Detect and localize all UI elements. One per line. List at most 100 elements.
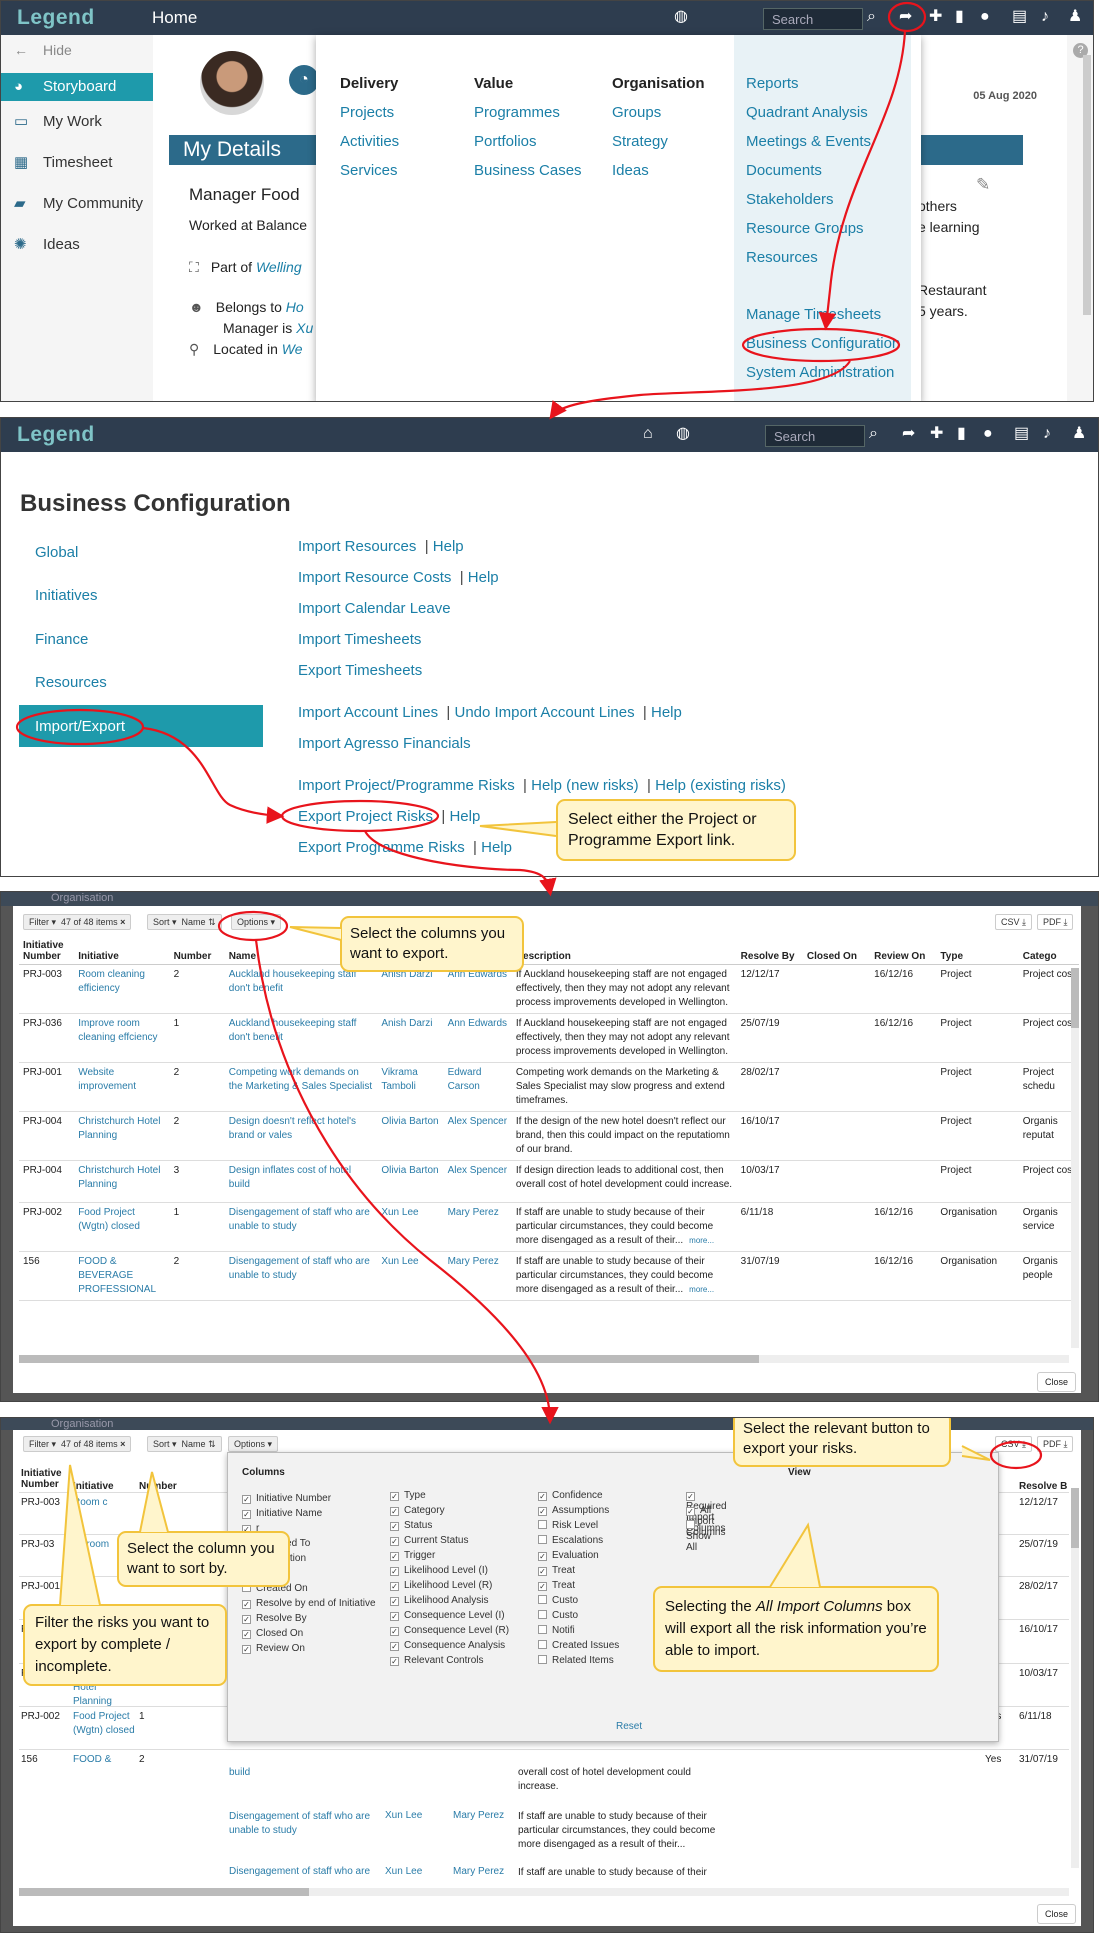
chat-icon[interactable]: ●	[980, 7, 990, 27]
plus-icon[interactable]: ✚	[929, 7, 942, 27]
csv-export-button[interactable]: CSV ⤓	[995, 914, 1032, 930]
checked-box-icon[interactable]: ✓	[390, 1657, 399, 1666]
option-checkbox[interactable]: ✓ Assumptions	[538, 1505, 609, 1516]
sort-button[interactable]: Sort ▾ Name ⇅	[147, 1436, 222, 1452]
import-resource-costs-link[interactable]: Import Resource Costs	[298, 569, 451, 586]
legend-logo[interactable]: Legend	[17, 6, 95, 30]
checked-box-icon[interactable]: ✓	[390, 1492, 399, 1501]
side-link-resources[interactable]: Resources	[19, 661, 263, 704]
scrollbar-thumb[interactable]	[1071, 1488, 1079, 1548]
table-cell[interactable]: Olivia Barton	[377, 1111, 444, 1161]
home-icon[interactable]: ⌂	[643, 424, 653, 444]
part-of-link[interactable]: Welling	[256, 259, 302, 275]
cell-name[interactable]: Disengagement of staff who are	[229, 1866, 370, 1877]
help-link[interactable]: Help	[481, 839, 512, 856]
scrollbar-thumb[interactable]	[19, 1888, 309, 1896]
menu-link-meetings-events[interactable]: Meetings & Events	[746, 133, 911, 162]
checked-box-icon[interactable]: ✓	[390, 1627, 399, 1636]
horizontal-scrollbar[interactable]	[19, 1888, 1069, 1896]
table-cell[interactable]: Edward Carson	[443, 1062, 512, 1112]
bookmark-icon[interactable]: ▮	[955, 7, 964, 27]
table-cell[interactable]: Auckland housekeeping staff don't benefi…	[224, 1013, 378, 1063]
table-cell[interactable]: Mary Perez	[443, 1251, 512, 1301]
table-cell[interactable]: Anish Darzi	[377, 1013, 444, 1063]
menu-link-business-cases[interactable]: Business Cases	[474, 162, 582, 191]
column-header[interactable]: Closed On	[802, 938, 871, 965]
sidebar-item-my-work[interactable]: ▭ My Work	[1, 101, 153, 142]
checked-box-icon[interactable]: ✓	[686, 1507, 695, 1516]
located-link[interactable]: We	[282, 341, 303, 357]
column-header[interactable]: Description	[511, 938, 737, 965]
table-row[interactable]: PRJ-003 Room cleaning efficiency 2 Auckland…	[19, 964, 1079, 1014]
filter-button[interactable]: Filter ▾ 47 of 48 items ×	[23, 1436, 132, 1452]
unchecked-box-icon[interactable]	[538, 1520, 547, 1529]
option-checkbox[interactable]: Custo	[538, 1595, 578, 1606]
more-link[interactable]: more...	[689, 1285, 714, 1294]
option-checkbox[interactable]: Created Issues	[538, 1640, 619, 1651]
pdf-export-button[interactable]: PDF ⤓	[1037, 1436, 1074, 1452]
table-cell[interactable]: Ann Edwards	[443, 1013, 512, 1063]
table-cell[interactable]: Alex Spencer	[443, 1160, 512, 1203]
checked-box-icon[interactable]: ✓	[538, 1582, 547, 1591]
option-checkbox[interactable]: ✓ Review On	[242, 1643, 305, 1654]
vertical-scrollbar[interactable]	[1071, 1488, 1079, 1868]
menu-link-portfolios[interactable]: Portfolios	[474, 133, 582, 162]
sidebar-item-my-community[interactable]: ▰ My Community	[1, 183, 153, 224]
table-cell[interactable]: Website improvement	[74, 1062, 170, 1112]
export-programme-risks-link[interactable]: Export Programme Risks	[298, 839, 465, 856]
import-calendar-leave-link[interactable]: Import Calendar Leave	[298, 600, 451, 617]
checked-box-icon[interactable]: ✓	[390, 1597, 399, 1606]
table-cell[interactable]: Christchurch Hotel Planning	[74, 1160, 170, 1203]
option-checkbox[interactable]: Custo	[538, 1610, 578, 1621]
checked-box-icon[interactable]: ✓	[686, 1492, 695, 1501]
scrollbar-thumb[interactable]	[1071, 968, 1079, 1028]
belongs-link[interactable]: Ho	[286, 299, 304, 315]
checked-box-icon[interactable]: ✓	[390, 1612, 399, 1621]
column-header[interactable]: Initiative Number	[21, 1468, 69, 1490]
unchecked-box-icon[interactable]	[538, 1535, 547, 1544]
help-link[interactable]: Help	[433, 538, 464, 555]
import-agresso-financials-link[interactable]: Import Agresso Financials	[298, 735, 471, 752]
option-checkbox[interactable]: ✓ Initiative Name	[242, 1508, 322, 1519]
sidebar-item-timesheet[interactable]: ▦ Timesheet	[1, 142, 153, 183]
checked-box-icon[interactable]: ✓	[390, 1552, 399, 1561]
menu-link-system-administration[interactable]: System Administration	[746, 364, 911, 393]
search-icon[interactable]: ⌕	[867, 7, 876, 27]
column-header[interactable]: Number	[169, 938, 225, 965]
side-link-initiatives[interactable]: Initiatives	[19, 574, 263, 617]
globe-icon[interactable]: ◍	[676, 424, 690, 444]
table-row[interactable]: 156 FOOD & BEVERAGE PROFESSIONAL 2 Disengag…	[19, 1251, 1079, 1301]
cell-name[interactable]: Disengagement of staff who are unable to…	[229, 1810, 379, 1838]
edit-pencil-icon[interactable]: ✎	[976, 175, 990, 195]
cell-person[interactable]: Xun Lee	[385, 1866, 422, 1877]
reset-link[interactable]: Reset	[616, 1721, 642, 1732]
column-header[interactable]: Resolve B	[1019, 1481, 1067, 1492]
bell-icon[interactable]: ♪	[1043, 424, 1051, 444]
help-new-risks-link[interactable]: Help (new risks)	[531, 777, 639, 794]
option-checkbox[interactable]: ✓ Evaluation	[538, 1550, 599, 1561]
table-cell[interactable]: Food Project (Wgtn) closed	[74, 1202, 170, 1252]
menu-link-quadrant-analysis[interactable]: Quadrant Analysis	[746, 104, 911, 133]
export-timesheets-link[interactable]: Export Timesheets	[298, 662, 422, 679]
option-checkbox[interactable]: ✓ Initiative Number	[242, 1493, 331, 1504]
csv-export-button[interactable]: CSV ⤓	[995, 1436, 1032, 1452]
option-checkbox[interactable]: ✓ Category	[390, 1505, 445, 1516]
legend-logo[interactable]: Legend	[17, 423, 95, 447]
table-row[interactable]: PRJ-036 Improve room cleaning effciency 1 A…	[19, 1013, 1079, 1063]
user-icon[interactable]: ♟	[1068, 7, 1082, 27]
unchecked-box-icon[interactable]	[686, 1520, 695, 1529]
options-button[interactable]: Options ▾	[231, 914, 282, 930]
import-resources-link[interactable]: Import Resources	[298, 538, 416, 555]
table-cell[interactable]: Design inflates cost of hotel build	[224, 1160, 378, 1203]
help-link[interactable]: Help	[651, 704, 682, 721]
option-checkbox[interactable]: ✓ Likelihood Level (R)	[390, 1580, 492, 1591]
checked-box-icon[interactable]: ✓	[242, 1630, 251, 1639]
option-checkbox[interactable]: ✓ Treat	[538, 1580, 575, 1591]
table-cell[interactable]: Xun Lee	[377, 1202, 444, 1252]
column-header[interactable]: Initiative	[74, 938, 170, 965]
column-header[interactable]: Catego	[1018, 938, 1079, 965]
menu-link-strategy[interactable]: Strategy	[612, 133, 705, 162]
cell-person[interactable]: Mary Perez	[453, 1810, 504, 1821]
search-input[interactable]: Search	[765, 425, 865, 447]
table-cell[interactable]: Disengagement of staff who are unable to…	[224, 1251, 378, 1301]
